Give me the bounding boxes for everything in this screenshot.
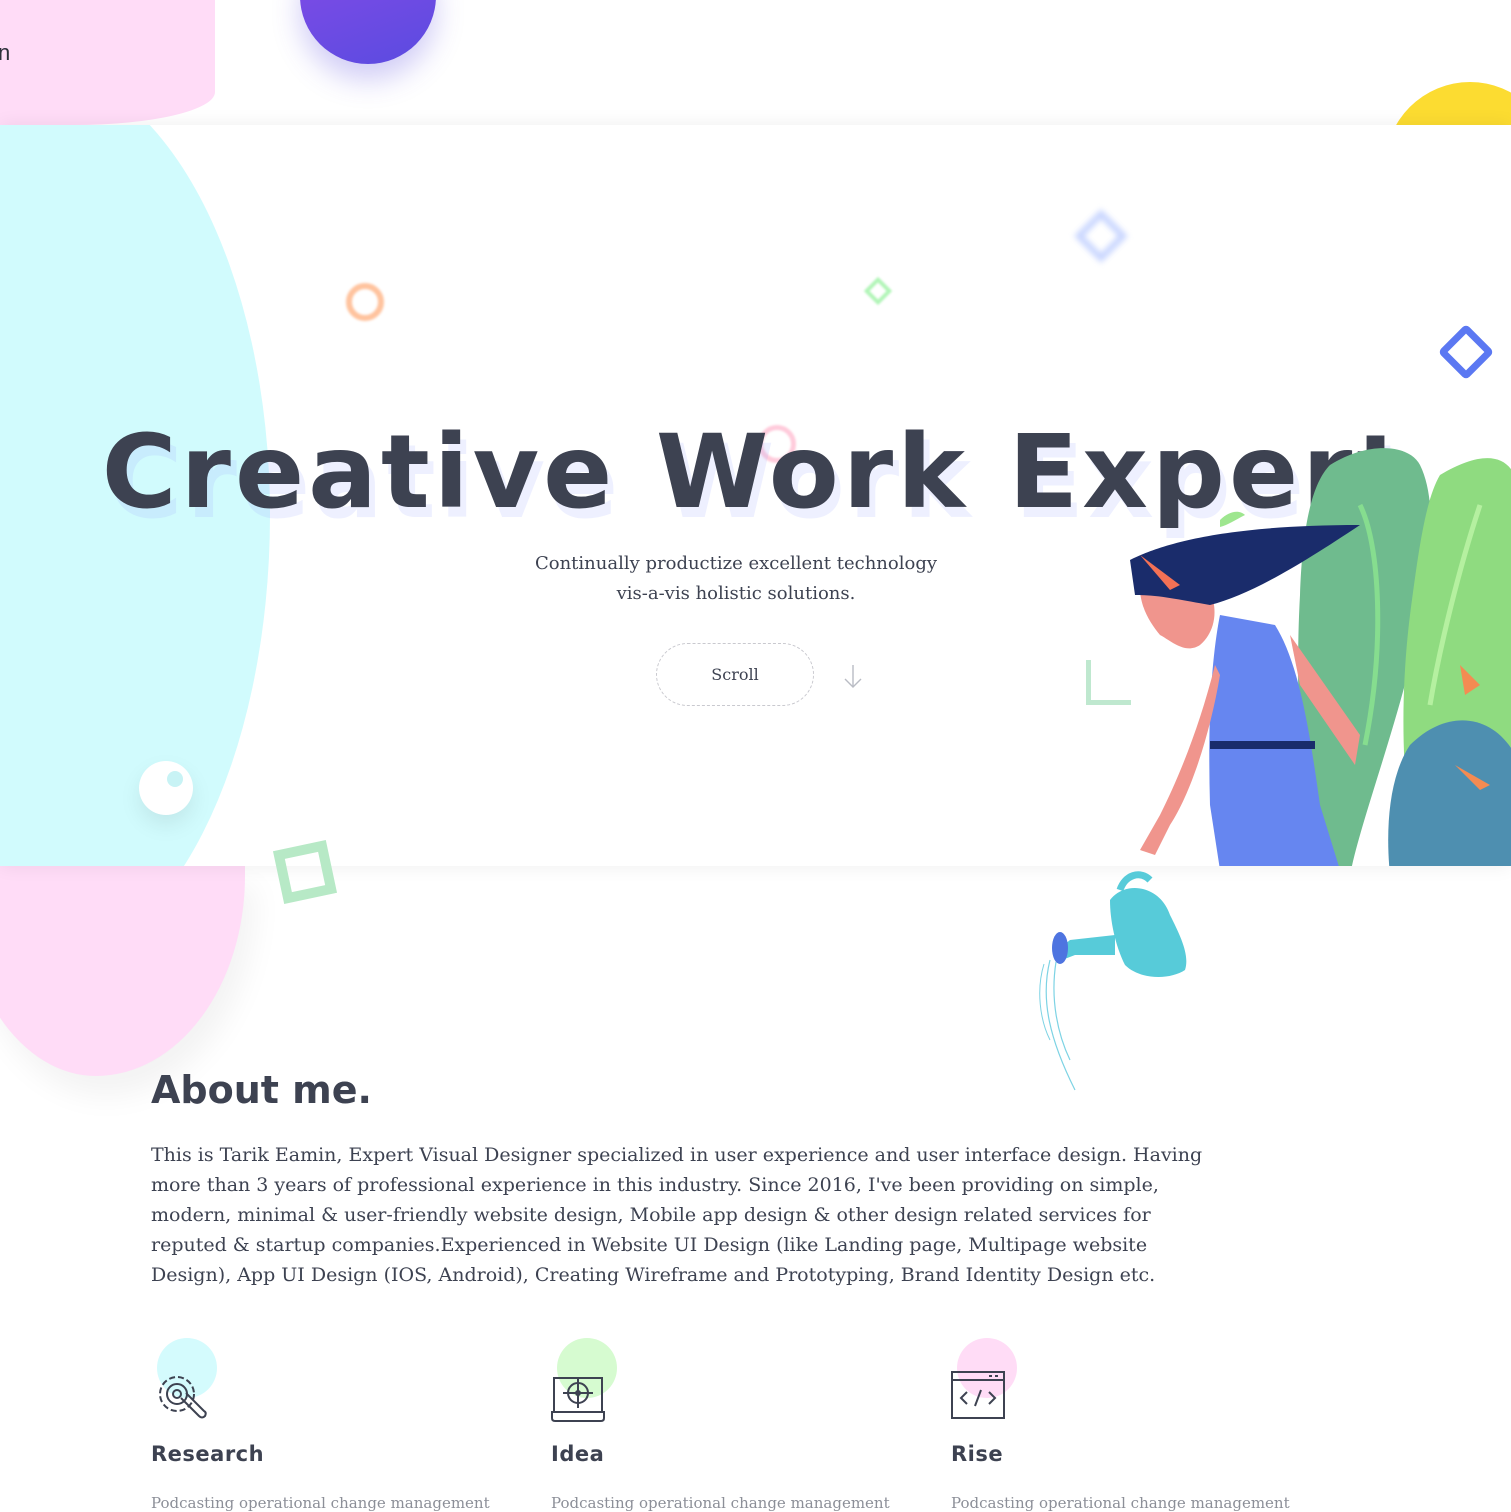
about-title: About me. xyxy=(151,1068,372,1112)
green-diamond-decoration xyxy=(863,276,893,306)
feature-title: Research xyxy=(151,1442,265,1466)
header-bar xyxy=(0,0,1511,125)
feature-title: Rise xyxy=(951,1442,1004,1466)
pink-blob-bottom xyxy=(0,866,245,1076)
pink-blob-top xyxy=(0,0,215,125)
orange-ring-decoration xyxy=(346,283,384,321)
gear-wrench-icon xyxy=(159,1376,207,1419)
code-window-icon xyxy=(951,1371,1005,1419)
feature-research: Research Podcasting operational change m… xyxy=(151,1338,490,1512)
about-text: This is Tarik Eamin, Expert Visual Desig… xyxy=(151,1144,1203,1286)
laptop-target-icon xyxy=(551,1377,605,1422)
feature-rise: Rise Podcasting operational change manag… xyxy=(951,1338,1290,1512)
arrow-down-icon[interactable] xyxy=(842,663,864,691)
site-logo[interactable]: n xyxy=(0,40,10,66)
feature-description: Podcasting operational change management xyxy=(951,1494,1290,1512)
white-ball-decoration xyxy=(139,761,193,815)
feature-description: Podcasting operational change management xyxy=(551,1494,890,1512)
feature-idea: Idea Podcasting operational change manag… xyxy=(551,1338,890,1512)
feature-description: Podcasting operational change management xyxy=(151,1494,490,1512)
feature-title: Idea xyxy=(551,1442,605,1466)
green-square-decoration xyxy=(272,839,338,905)
watering-can-illustration xyxy=(1039,871,1187,1091)
hero-section: Creative Work Expert Continually product… xyxy=(0,125,1511,866)
blue-diamond-soft-decoration xyxy=(1074,209,1128,263)
blue-diamond-decoration xyxy=(1437,323,1495,381)
scroll-button[interactable]: Scroll xyxy=(656,643,814,706)
gardener-illustration xyxy=(1130,511,1360,866)
